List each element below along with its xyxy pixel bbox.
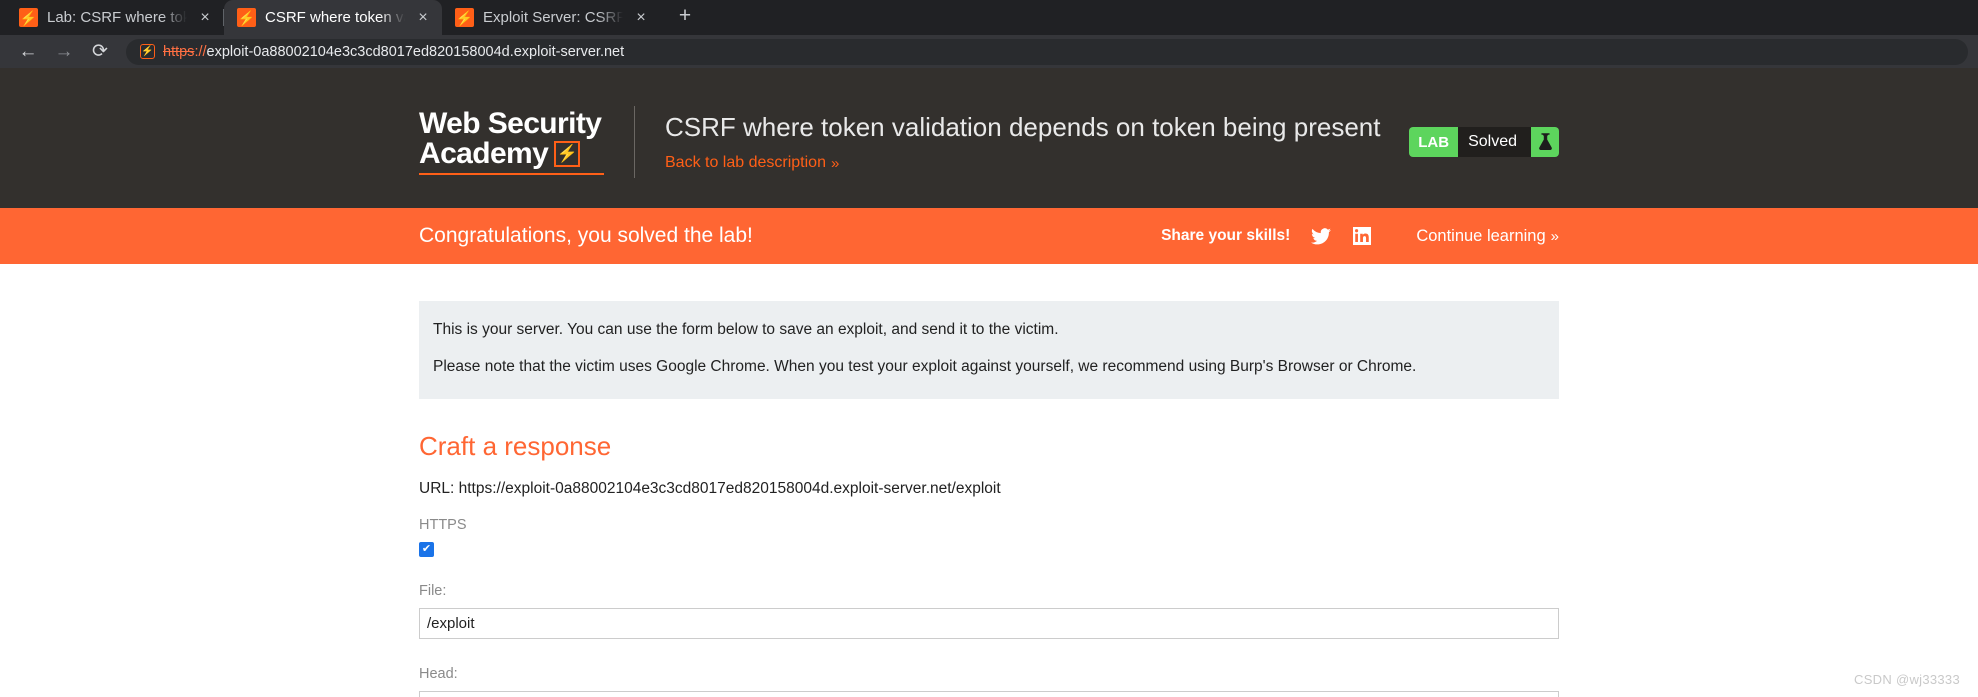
web-security-academy-logo[interactable]: Web Security Academy ⚡ <box>419 106 634 176</box>
file-label: File: <box>419 582 447 599</box>
tab-title: CSRF where token validati <box>265 9 405 26</box>
burp-lab-icon: ⚡ <box>19 8 38 27</box>
server-info-notice: This is your server. You can use the for… <box>419 301 1559 399</box>
status-badge: LAB Solved <box>1409 127 1559 157</box>
url-text: https://exploit-0a88002104e3c3cd8017ed82… <box>163 44 624 60</box>
watermark: CSDN @wj33333 <box>1854 672 1960 687</box>
academy-header: Web Security Academy ⚡ CSRF where token … <box>0 68 1978 208</box>
logo-underline <box>419 172 604 176</box>
craft-response-heading: Craft a response <box>419 430 612 461</box>
url-host: exploit-0a88002104e3c3cd8017ed820158004d… <box>206 43 625 60</box>
https-checkbox[interactable]: ✔ <box>419 541 434 557</box>
url-scheme: https <box>163 43 195 60</box>
checkmark-icon: ✔ <box>421 542 432 555</box>
page-viewport: Web Security Academy ⚡ CSRF where token … <box>0 68 1978 697</box>
lab-status-label: Solved <box>1458 127 1531 157</box>
head-label: Head: <box>419 665 458 682</box>
back-icon[interactable]: ← <box>10 37 46 67</box>
chevron-right-icon: » <box>830 154 840 172</box>
reload-icon[interactable]: ⟳ <box>82 37 118 67</box>
tab-title: Exploit Server: CSRF where <box>483 9 623 26</box>
browser-window: ⚡ Lab: CSRF where token va × ⚡ CSRF wher… <box>0 0 1978 697</box>
congratulations-banner: Congratulations, you solved the lab! Sha… <box>0 208 1978 264</box>
tab-title: Lab: CSRF where token va <box>47 9 187 26</box>
back-link-label: Back to lab description <box>665 154 826 172</box>
new-tab-button[interactable]: + <box>668 0 702 33</box>
logo-line-1: Web Security <box>419 106 602 140</box>
congratulations-message: Congratulations, you solved the lab! <box>419 224 753 247</box>
linkedin-icon[interactable] <box>1352 226 1372 246</box>
browser-toolbar: ← → ⟳ ⚡ https://exploit-0a88002104e3c3cd… <box>0 35 1978 68</box>
tab-close-button[interactable]: × <box>196 9 214 27</box>
browser-tab-3[interactable]: ⚡ Exploit Server: CSRF where × <box>442 0 660 35</box>
chevron-right-icon: » <box>1550 227 1559 245</box>
file-input[interactable] <box>419 607 1559 639</box>
forward-icon[interactable]: → <box>46 37 82 67</box>
burp-bolt-icon: ⚡ <box>554 140 581 167</box>
logo-line-2: Academy <box>419 136 549 170</box>
burp-lab-icon: ⚡ <box>455 8 474 27</box>
twitter-icon[interactable] <box>1311 226 1332 246</box>
https-label: HTTPS <box>419 516 467 533</box>
continue-learning-label: Continue learning <box>1416 226 1546 245</box>
tab-close-button[interactable]: × <box>414 9 432 27</box>
tab-strip: ⚡ Lab: CSRF where token va × ⚡ CSRF wher… <box>0 0 1978 35</box>
head-textarea[interactable] <box>419 690 1559 697</box>
burp-lab-icon: ⚡ <box>237 8 256 27</box>
tab-close-button[interactable]: × <box>632 9 650 27</box>
exploit-url-text: URL: https://exploit-0a88002104e3c3cd801… <box>419 479 1001 497</box>
url-scheme-separator: :// <box>194 43 207 60</box>
continue-learning-link[interactable]: Continue learning » <box>1416 227 1559 246</box>
back-to-lab-description-link[interactable]: Back to lab description » <box>665 154 839 172</box>
browser-tab-2[interactable]: ⚡ CSRF where token validati × <box>224 0 442 35</box>
browser-tab-1[interactable]: ⚡ Lab: CSRF where token va × <box>6 0 224 35</box>
address-bar[interactable]: ⚡ https://exploit-0a88002104e3c3cd8017ed… <box>126 38 1968 65</box>
share-skills-label: Share your skills! <box>1161 227 1291 244</box>
notice-line-1: This is your server. You can use the for… <box>433 321 1059 338</box>
page-title: CSRF where token validation depends on t… <box>665 111 1381 142</box>
site-identity-icon[interactable]: ⚡ <box>140 44 155 59</box>
lab-tag-label: LAB <box>1418 133 1450 151</box>
notice-line-2: Please note that the victim uses Google … <box>433 358 1417 376</box>
main-content: This is your server. You can use the for… <box>419 264 1559 697</box>
flask-icon <box>1531 127 1559 157</box>
